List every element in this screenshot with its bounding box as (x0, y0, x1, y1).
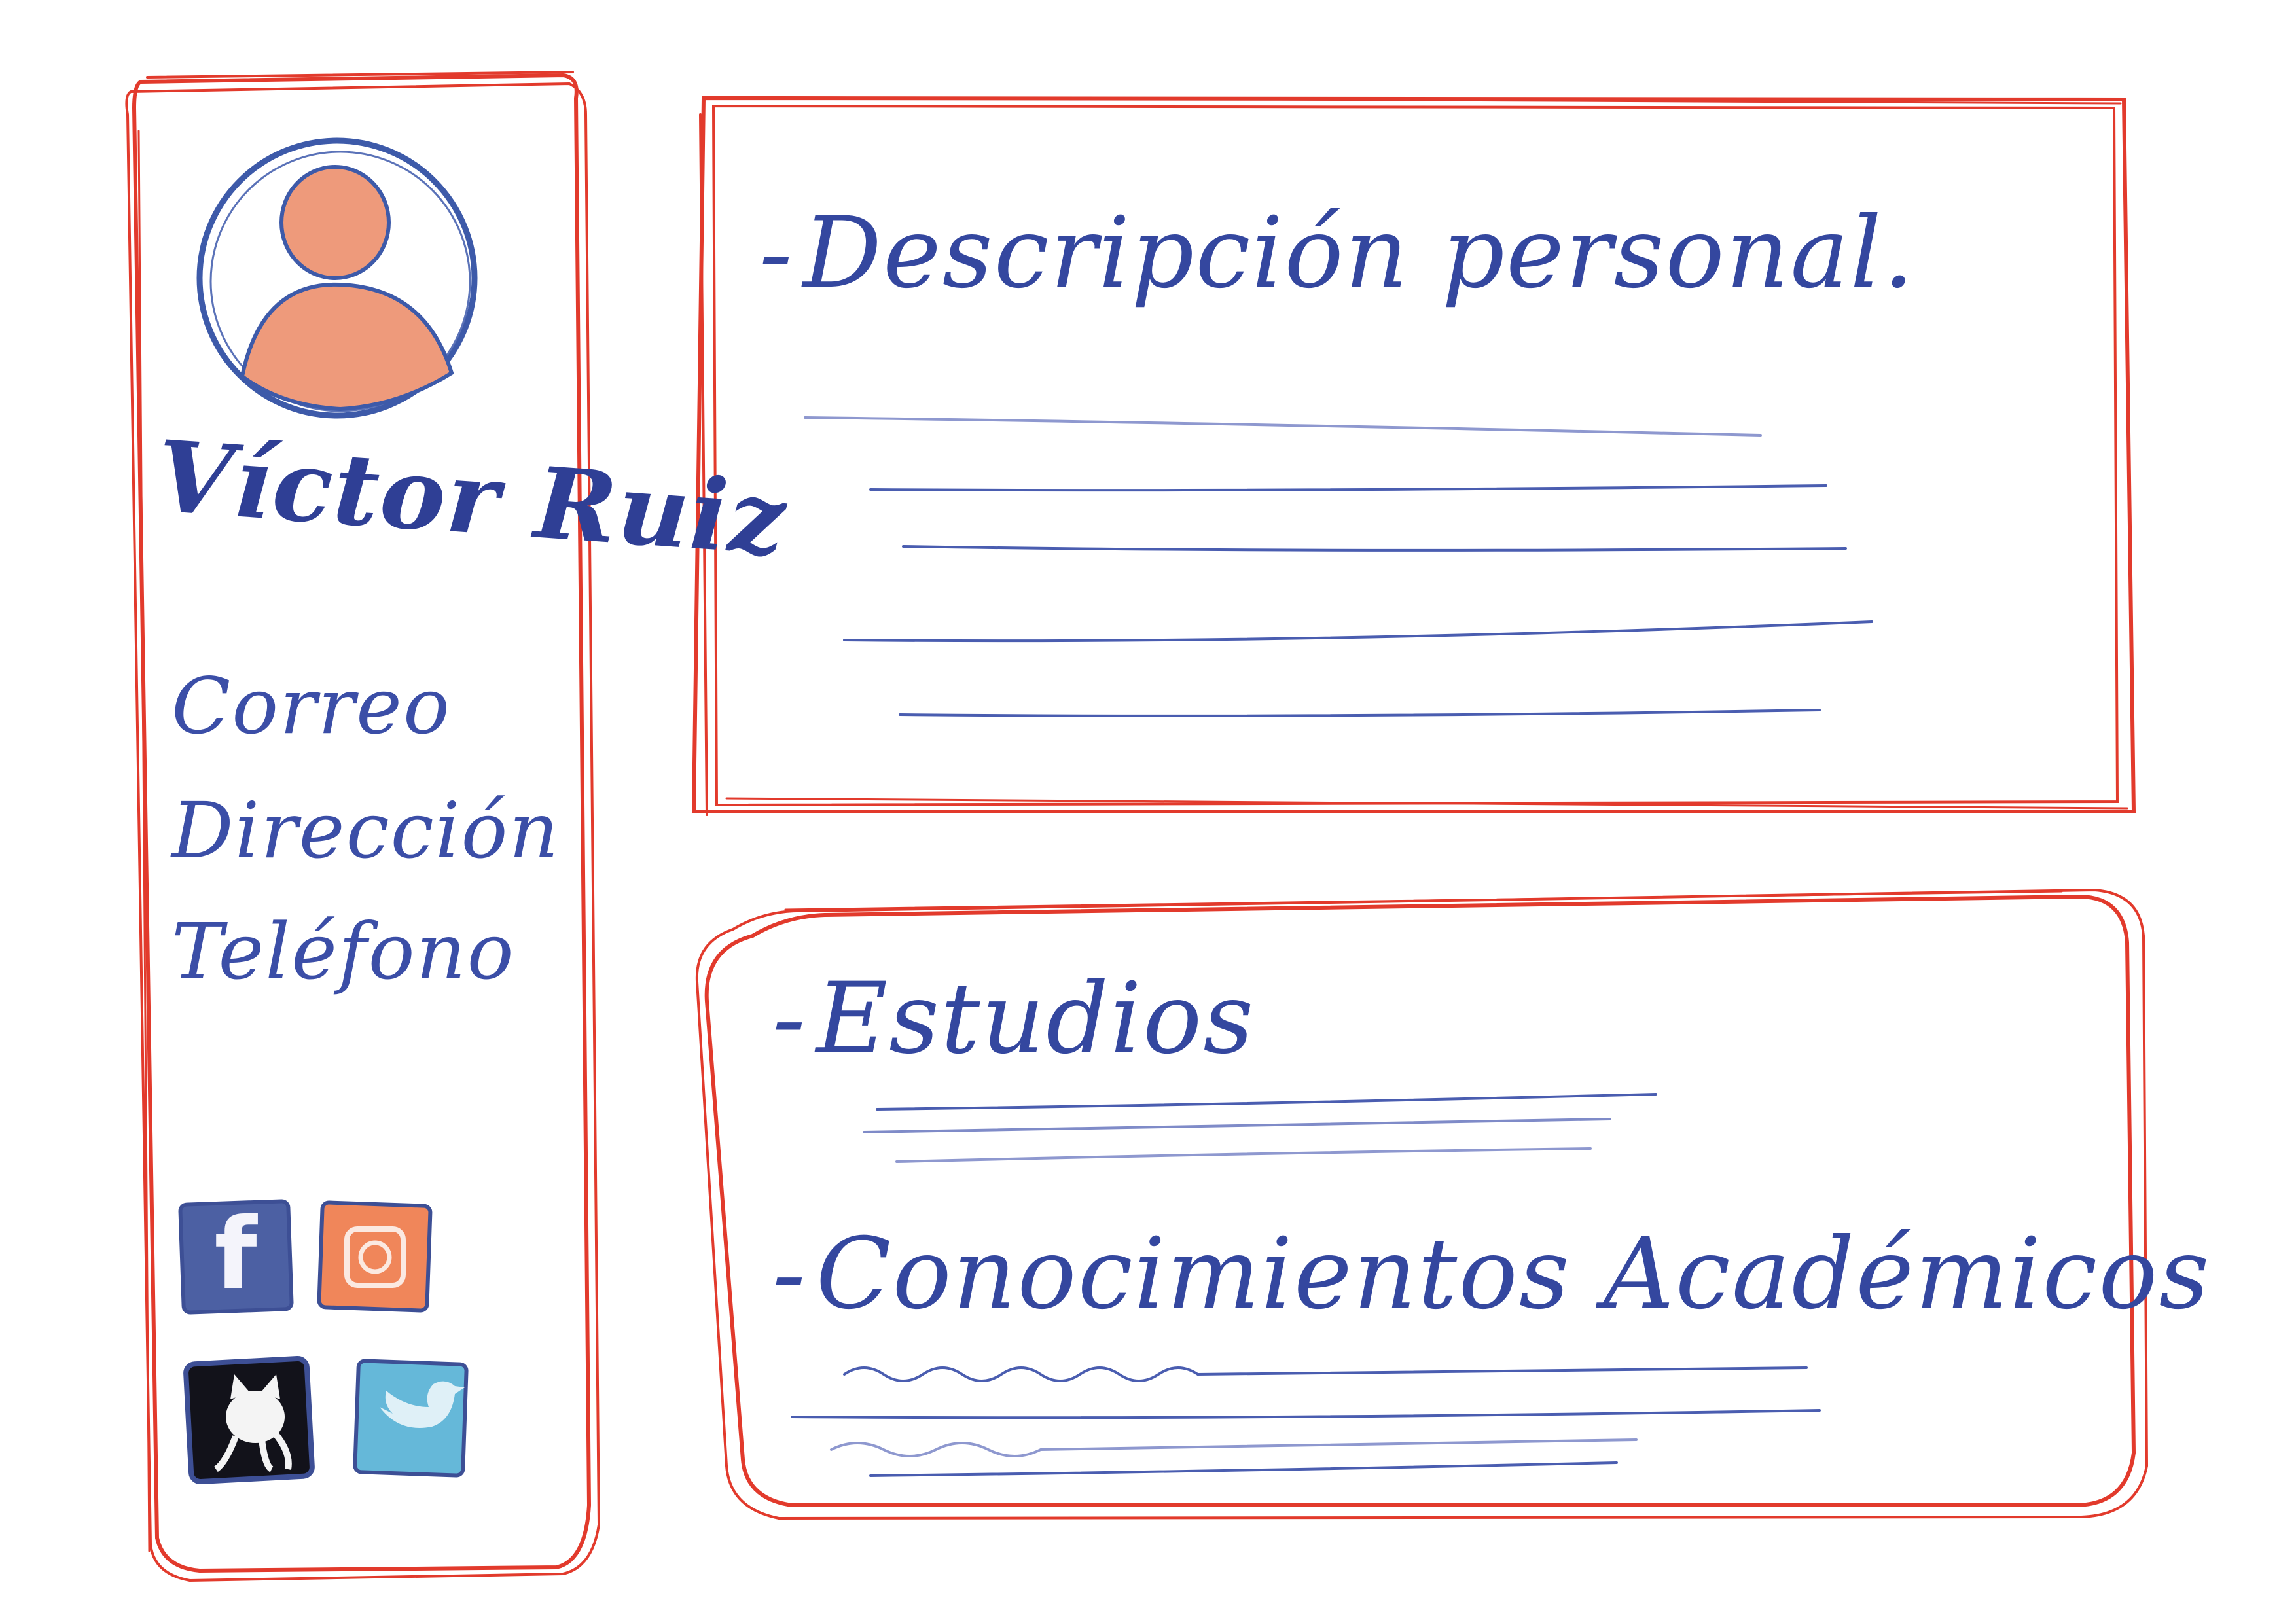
studies-heading: -Estudios (772, 962, 1255, 1076)
bullet: - (759, 196, 794, 310)
description-text-lines (804, 416, 1873, 717)
facebook-icon[interactable]: f (178, 1198, 294, 1315)
description-title: Descripción personal. (802, 196, 1916, 310)
instagram-icon[interactable] (317, 1200, 433, 1313)
knowledge-heading: -Conocimientos Académicos (772, 1217, 2211, 1331)
twitter-icon[interactable] (353, 1359, 469, 1478)
svg-text:f: f (214, 1198, 258, 1311)
studies-title: Estudios (816, 962, 1255, 1076)
description-heading: -Descripción personal. (759, 196, 1915, 310)
phone-label[interactable]: Teléfono (171, 906, 515, 997)
avatar[interactable] (196, 137, 478, 419)
knowledge-text-lines (791, 1366, 1821, 1477)
studies-text-lines (863, 1093, 1657, 1163)
bullet: - (772, 962, 807, 1076)
github-icon[interactable] (183, 1355, 315, 1484)
email-label[interactable]: Correo (171, 661, 451, 751)
bullet: - (772, 1217, 807, 1331)
address-label[interactable]: Dirección (171, 785, 560, 876)
knowledge-title: Conocimientos Académicos (816, 1217, 2211, 1331)
